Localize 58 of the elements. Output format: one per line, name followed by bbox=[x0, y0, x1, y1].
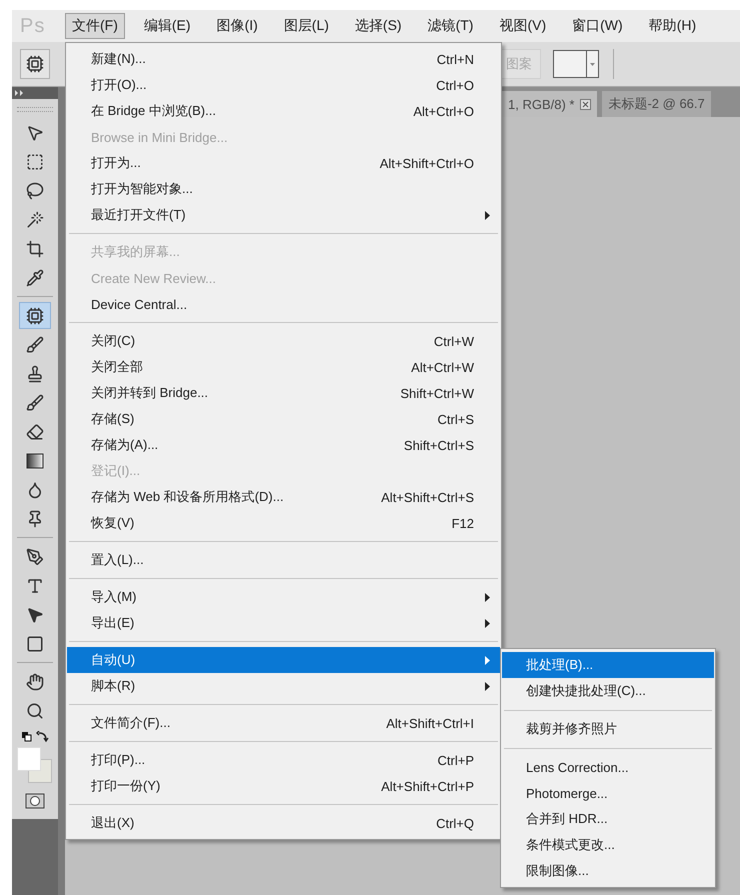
menu-item[interactable]: Lens Correction... bbox=[502, 754, 714, 780]
submenu-arrow-icon bbox=[485, 682, 490, 690]
menu-title[interactable]: 图像(I) bbox=[210, 13, 265, 39]
menu-title[interactable]: 图层(L) bbox=[276, 13, 336, 39]
submenu-arrow-icon bbox=[485, 592, 490, 602]
menu-title[interactable]: 帮助(H) bbox=[642, 13, 704, 39]
chip-icon[interactable] bbox=[20, 49, 50, 79]
menu-title[interactable]: 滤镜(T) bbox=[420, 13, 480, 39]
quick-mask-icon[interactable] bbox=[25, 793, 45, 809]
pattern-picker[interactable] bbox=[553, 50, 599, 78]
menu-item[interactable]: 打开为... Alt+Shift+Ctrl+O bbox=[67, 150, 500, 176]
menu-item[interactable]: 关闭并转到 Bridge... Shift+Ctrl+W bbox=[67, 380, 500, 406]
menu-title[interactable]: 编辑(E) bbox=[136, 13, 198, 39]
chip-icon[interactable] bbox=[19, 302, 51, 329]
menu-item[interactable]: 恢复(V) F12 bbox=[67, 510, 500, 536]
menu-item[interactable]: Device Central... bbox=[67, 291, 500, 317]
submenu-arrow-icon bbox=[485, 656, 490, 664]
menu-item[interactable]: 最近打开文件(T) bbox=[67, 202, 500, 228]
menu-item[interactable]: 合并到 HDR... bbox=[502, 806, 714, 832]
swap-colors-icon[interactable] bbox=[19, 731, 51, 743]
menu-item[interactable]: 关闭(C) Ctrl+W bbox=[67, 328, 500, 354]
menu-item[interactable]: 在 Bridge 中浏览(B)... Alt+Ctrl+O bbox=[67, 98, 500, 124]
document-tab[interactable]: 1, RGB/8) * bbox=[502, 91, 598, 117]
menu-item[interactable]: 打印一份(Y) Alt+Shift+Ctrl+P bbox=[67, 773, 500, 799]
menu-item[interactable]: Photomerge... bbox=[502, 780, 714, 806]
menu-item[interactable]: 退出(X) Ctrl+Q bbox=[67, 810, 500, 836]
menu-title[interactable]: 文件(F) bbox=[65, 13, 125, 39]
menu-item[interactable]: 限制图像... bbox=[502, 858, 714, 884]
submenu-arrow-icon bbox=[485, 210, 490, 220]
document-tab[interactable]: 未标题-2 @ 66.7 bbox=[602, 91, 711, 117]
close-icon[interactable] bbox=[580, 98, 592, 110]
menu-item[interactable]: 存储为 Web 和设备所用格式(D)... Alt+Shift+Ctrl+S bbox=[67, 484, 500, 510]
menu-item[interactable]: 脚本(R) bbox=[67, 673, 500, 699]
submenu-arrow-icon bbox=[485, 618, 490, 628]
menu-item[interactable]: 新建(N)... Ctrl+N bbox=[67, 46, 500, 72]
menu-title[interactable]: 窗口(W) bbox=[565, 13, 630, 39]
tab-title: 未标题-2 @ 66.7 bbox=[608, 95, 705, 113]
menu-item[interactable]: 置入(L)... bbox=[67, 547, 500, 573]
menu-item[interactable]: 文件简介(F)... Alt+Shift+Ctrl+I bbox=[67, 710, 500, 736]
menu-item[interactable]: 自动(U) bbox=[67, 647, 500, 673]
menu-item[interactable]: 存储(S) Ctrl+S bbox=[67, 406, 500, 432]
menu-item[interactable]: 打开(O)... Ctrl+O bbox=[67, 72, 500, 98]
collapse-icon[interactable] bbox=[15, 90, 24, 96]
menu-item[interactable]: 导出(E) bbox=[67, 610, 500, 636]
menu-item[interactable]: 裁剪并修齐照片 bbox=[502, 716, 714, 742]
menu-item[interactable]: 打印(P)... Ctrl+P bbox=[67, 747, 500, 773]
menu-title[interactable]: 选择(S) bbox=[348, 13, 409, 39]
dropdown-caret-icon[interactable] bbox=[586, 51, 598, 77]
menu-item[interactable]: 打开为智能对象... bbox=[67, 176, 500, 202]
menu-item[interactable]: 批处理(B)... bbox=[502, 652, 714, 678]
color-swatches-drawing[interactable] bbox=[17, 747, 53, 783]
menu-title[interactable]: 视图(V) bbox=[492, 13, 554, 39]
tab-title: 1, RGB/8) * bbox=[508, 96, 574, 112]
menu-item[interactable]: 导入(M) bbox=[67, 584, 500, 610]
menu-item[interactable]: 条件模式更改... bbox=[502, 832, 714, 858]
menu-item[interactable]: 创建快捷批处理(C)... bbox=[502, 678, 714, 704]
menu-item[interactable]: 关闭全部 Alt+Ctrl+W bbox=[67, 354, 500, 380]
menu-item[interactable]: 存储为(A)... Shift+Ctrl+S bbox=[67, 432, 500, 458]
